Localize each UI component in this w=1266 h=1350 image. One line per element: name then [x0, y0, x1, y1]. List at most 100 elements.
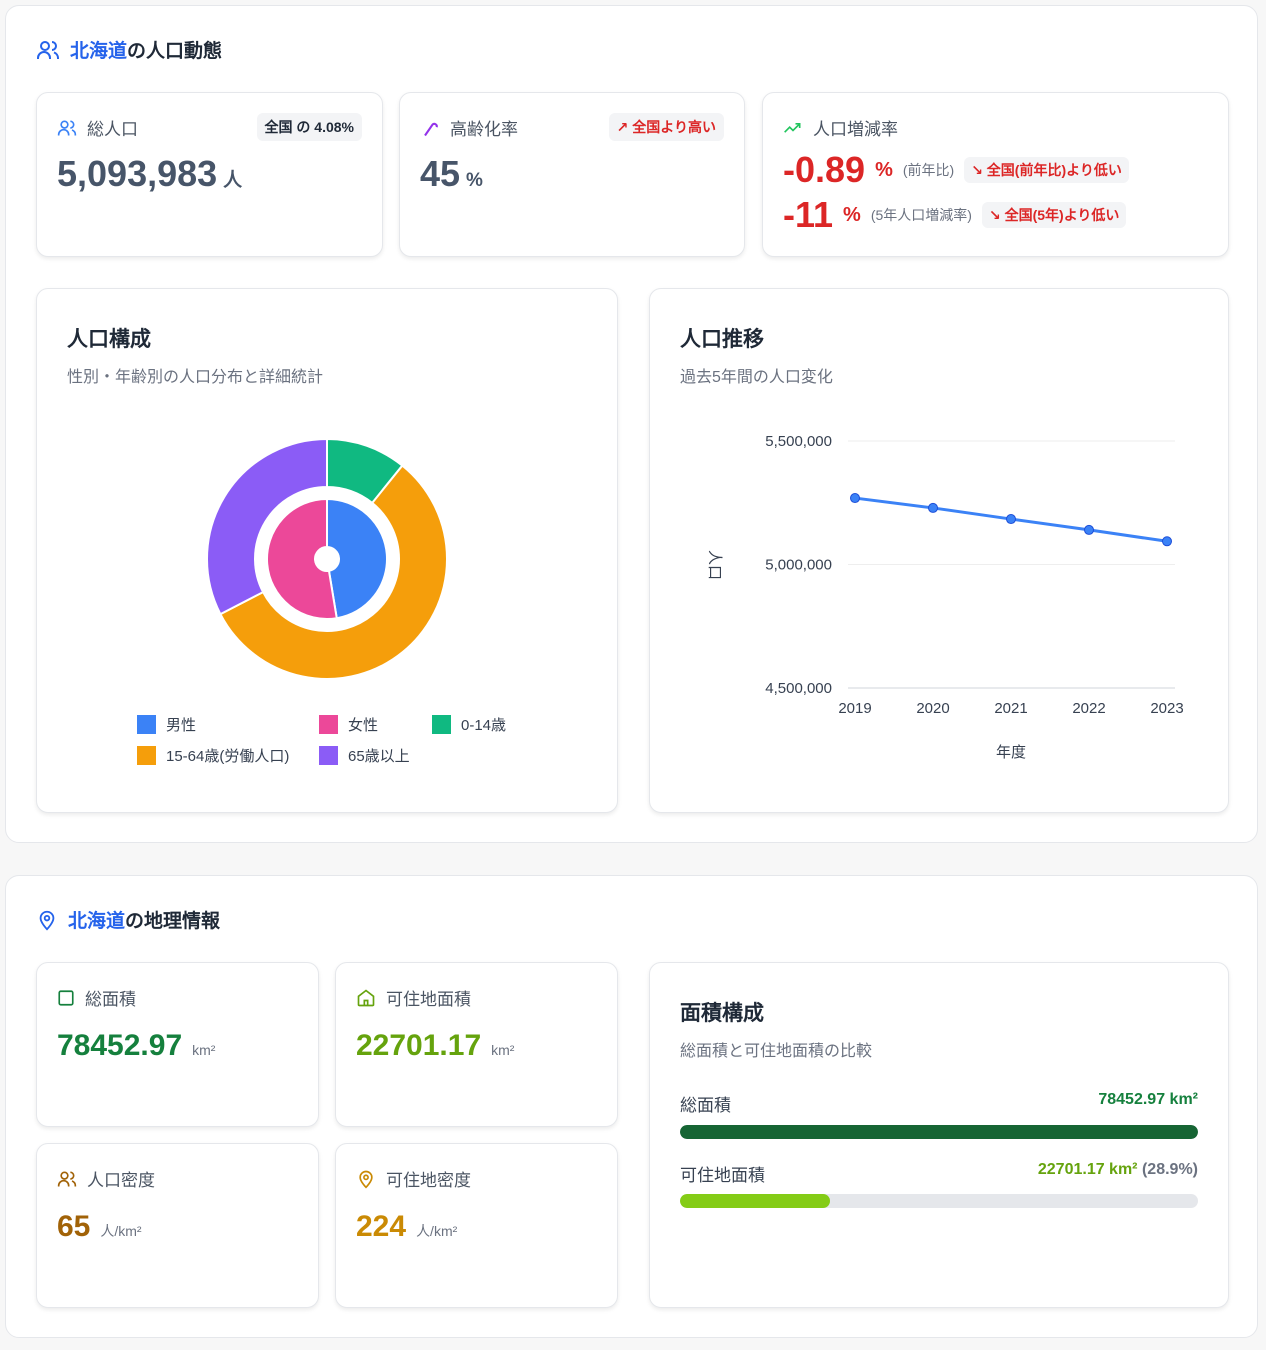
- population-line-chart: 4,500,000 5,000,000 5,500,000 2019 2020 2021 2…: [706, 433, 1184, 761]
- users-icon: [57, 1171, 77, 1186]
- legend-item[interactable]: 女性: [319, 714, 432, 735]
- x-axis-label: 年度: [996, 744, 1026, 761]
- x-tick-label: 2019: [838, 700, 871, 717]
- total-population-value: 5,093,983: [57, 153, 218, 194]
- legend-item[interactable]: 0-14歳: [432, 714, 542, 735]
- legend-label: 65歳以上: [348, 748, 410, 765]
- yoy-badge: ↘ 全国(前年比)より低い: [964, 157, 1129, 183]
- five-year-badge: ↘ 全国(5年)より低い: [981, 202, 1127, 228]
- section-title: 北海道の人口動態: [36, 36, 222, 63]
- card-title: 面積構成: [680, 1002, 764, 1025]
- y-tick-label: 5,500,000: [765, 433, 832, 450]
- legend-label: 15-64歳(労働人口): [166, 748, 290, 765]
- x-tick-label: 2021: [994, 700, 1027, 717]
- trending-up-icon: [784, 122, 801, 133]
- five-year-label: (5年人口増減率): [870, 207, 972, 223]
- card-label: 可住地面積: [386, 990, 471, 1009]
- users-icon: [37, 40, 59, 59]
- square-icon: [58, 989, 74, 1006]
- data-point[interactable]: [850, 493, 860, 504]
- card-label: 総面積: [85, 990, 136, 1009]
- card-label: 総人口: [87, 120, 138, 139]
- total-area-card: 総面積 78452.97 km²: [36, 962, 319, 1127]
- map-pin-icon: [39, 910, 55, 930]
- card-label: 高齢化率: [450, 120, 518, 139]
- gender-slice-0[interactable]: [326, 497, 388, 620]
- legend-label: 男性: [166, 717, 197, 734]
- x-tick-label: 2020: [916, 700, 949, 717]
- data-point[interactable]: [1006, 514, 1016, 525]
- card-label: 可住地密度: [386, 1171, 471, 1190]
- legend-item[interactable]: 15-64歳(労働人口): [137, 745, 319, 766]
- total-population-card: 総人口 全国 の 4.08% 5,093,983 人: [36, 92, 383, 257]
- legend-swatch: [319, 746, 338, 765]
- cane-icon: [424, 122, 438, 136]
- composition-donut-chart: [206, 437, 448, 680]
- card-subtitle: 総面積と可住地面積の比較: [680, 1043, 873, 1060]
- legend-label: 女性: [348, 717, 379, 734]
- data-point[interactable]: [1084, 524, 1094, 535]
- population-density-value: 65: [57, 1210, 91, 1243]
- home-icon: [357, 988, 375, 1006]
- share-badge: 全国 の 4.08%: [256, 113, 362, 141]
- population-change-card: 人口増減率 -0.89% (前年比) ↘ 全国(前年比)より低い -11% (5年人口…: [762, 92, 1229, 257]
- card-subtitle: 性別・年齢別の人口分布と詳細統計: [67, 369, 324, 386]
- habitable-area-bar: [680, 1194, 1198, 1208]
- bar-value: 22701.17 km²: [1037, 1161, 1138, 1178]
- data-point[interactable]: [1162, 536, 1172, 547]
- title-text: の人口動態: [127, 41, 223, 62]
- section-title: 北海道の地理情報: [36, 906, 220, 933]
- card-label: 人口密度: [87, 1171, 155, 1190]
- unit: 人/km²: [100, 1223, 142, 1239]
- region-name: 北海道: [68, 911, 126, 932]
- bar-label: 可住地面積: [680, 1166, 765, 1185]
- bar-label: 総面積: [680, 1096, 731, 1115]
- map-pin-icon: [359, 1170, 373, 1189]
- y-tick-label: 5,000,000: [765, 557, 832, 574]
- card-title: 人口構成: [67, 328, 151, 351]
- aging-rate-value: 45: [420, 153, 461, 194]
- y-tick-label: 4,500,000: [765, 680, 832, 697]
- total-area-value: 78452.97: [57, 1029, 183, 1062]
- yoy-label: (前年比): [902, 162, 955, 178]
- gender-slice-1[interactable]: [266, 497, 338, 620]
- title-text: の地理情報: [125, 911, 221, 932]
- card-label: 人口増減率: [813, 120, 898, 139]
- habitable-area-value: 22701.17: [356, 1029, 482, 1062]
- unit: %: [875, 158, 893, 181]
- region-name: 北海道: [70, 41, 128, 62]
- x-tick-label: 2022: [1072, 700, 1105, 717]
- bar-fill: [680, 1125, 1198, 1139]
- aging-rate-card: 高齢化率 ↗ 全国より高い 45%: [399, 92, 745, 257]
- yoy-change-value: -0.89: [783, 149, 866, 190]
- total-area-bar: [680, 1125, 1198, 1139]
- five-year-change-value: -11: [783, 194, 834, 235]
- unit: km²: [192, 1042, 216, 1058]
- bar-value: 78452.97 km²: [1098, 1091, 1198, 1108]
- population-section: 北海道の人口動態 総人口 全国 の 4.08% 5,093,983 人 高齢化率 …: [5, 5, 1258, 843]
- unit: km²: [491, 1042, 515, 1058]
- legend-swatch: [137, 746, 156, 765]
- chart-legend: 男性 女性 0-14歳 15-64歳(労働人口) 65歳以上: [137, 714, 537, 766]
- users-icon: [57, 120, 77, 135]
- unit: %: [843, 203, 861, 226]
- x-tick-label: 2023: [1150, 700, 1183, 717]
- unit: 人/km²: [416, 1223, 458, 1239]
- habitable-density-value: 224: [356, 1210, 407, 1243]
- geography-section: 北海道の地理情報 総面積 78452.97 km² 可住地面積 22701.17 k…: [5, 875, 1258, 1338]
- legend-item[interactable]: 男性: [137, 714, 319, 735]
- data-point[interactable]: [928, 502, 938, 513]
- habitable-area-card: 可住地面積 22701.17 km²: [335, 962, 618, 1127]
- legend-swatch: [137, 715, 156, 734]
- y-axis-label: 人口: [706, 550, 723, 580]
- legend-item[interactable]: 65歳以上: [319, 745, 432, 766]
- legend-swatch: [319, 715, 338, 734]
- unit: 人: [223, 170, 243, 191]
- trend-card: 人口推移 過去5年間の人口変化 4,500,000 5,000,000 5,500,…: [649, 288, 1229, 813]
- compare-badge: ↗ 全国より高い: [608, 113, 724, 141]
- composition-card: 人口構成 性別・年齢別の人口分布と詳細統計 男性 女性 0-14歳 15-64歳…: [36, 288, 618, 813]
- legend-label: 0-14歳: [461, 717, 507, 734]
- population-density-card: 人口密度 65 人/km²: [36, 1143, 319, 1308]
- legend-swatch: [432, 715, 451, 734]
- unit: %: [466, 170, 483, 191]
